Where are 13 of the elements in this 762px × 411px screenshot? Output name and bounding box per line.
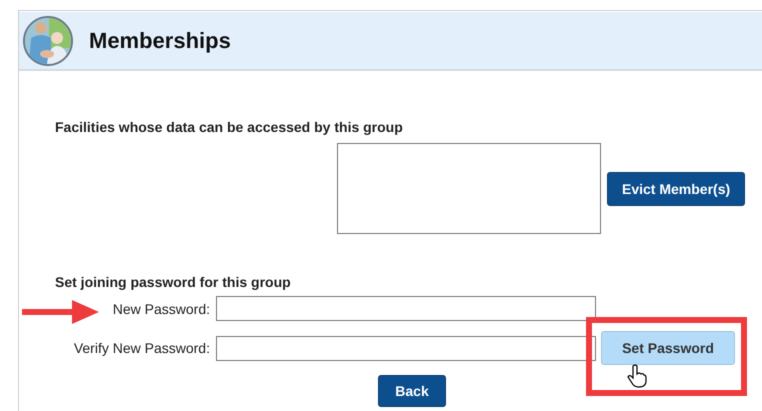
field-label: Verify New Password: bbox=[74, 340, 211, 356]
set-password-button[interactable]: Set Password bbox=[601, 331, 735, 365]
field-label: New Password: bbox=[112, 300, 211, 316]
password-field[interactable] bbox=[216, 336, 596, 360]
password-field[interactable] bbox=[216, 296, 596, 321]
arrow-icon bbox=[20, 298, 100, 324]
hand-cursor-icon bbox=[627, 364, 647, 388]
back-button[interactable]: Back bbox=[378, 375, 446, 407]
section-label: Facilities whose data can be accessed by this group bbox=[55, 119, 403, 135]
facilities-list[interactable] bbox=[337, 143, 601, 234]
page-title: Memberships bbox=[89, 28, 231, 54]
evict-button[interactable]: Evict Member(s) bbox=[607, 172, 746, 206]
section-label: Set joining password for this group bbox=[55, 274, 291, 290]
